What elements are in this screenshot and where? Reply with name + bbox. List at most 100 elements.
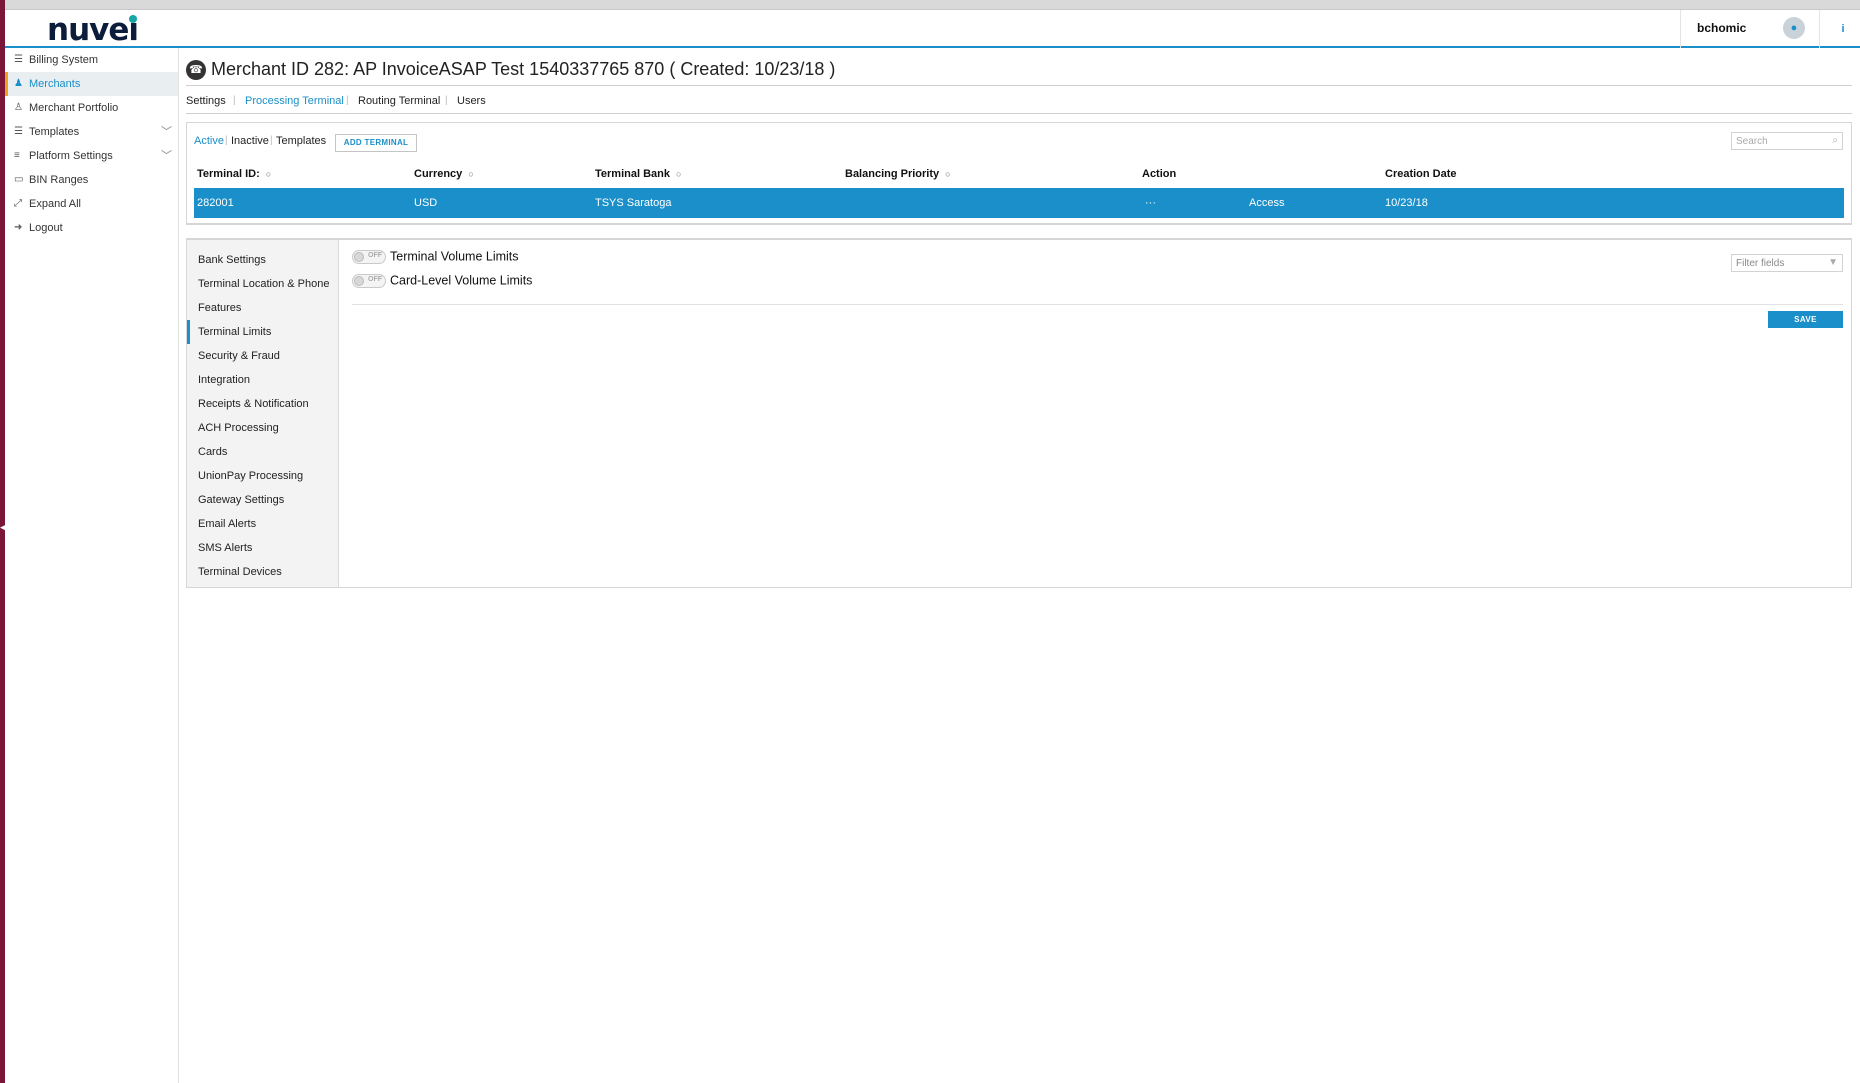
sidebar-item-merchant-portfolio[interactable]: ♙ Merchant Portfolio	[5, 96, 178, 120]
cell-currency: USD	[414, 197, 438, 209]
table-row[interactable]: 282001 USD TSYS Saratoga ··· Access 10/2…	[194, 188, 1844, 218]
merchant-tabs: Settings | Processing Terminal | Routing…	[186, 90, 1852, 114]
tab-separator: |	[346, 95, 349, 106]
sidebar-item-expand-all[interactable]: ⤢ Expand All	[5, 192, 178, 216]
sidebar-item-templates[interactable]: ☰ Templates ﹀	[5, 120, 178, 144]
sort-icon[interactable]: ○	[945, 169, 950, 179]
user-edit-icon: ♙	[14, 102, 23, 113]
merchant-icon: ☎	[186, 60, 206, 80]
cell-creation-date: 10/23/18	[1385, 197, 1428, 209]
sort-icon[interactable]: ○	[468, 169, 473, 179]
save-button[interactable]: SAVE	[1768, 311, 1843, 328]
filter-separator: |	[225, 135, 228, 146]
search-icon: ⌕	[1832, 135, 1838, 146]
settings-nav: Bank Settings Terminal Location & Phone …	[187, 240, 339, 587]
info-icon[interactable]: i	[1836, 22, 1850, 36]
sidebar: ☰ Billing System ♟ Merchants ♙ Merchant …	[5, 48, 179, 1083]
terminal-list-panel: Active | Inactive | Templates ADD TERMIN…	[186, 122, 1852, 225]
filter-fields-input[interactable]: Filter fields ▼	[1731, 254, 1843, 272]
access-link[interactable]: Access	[1249, 197, 1284, 209]
filter-active[interactable]: Active	[194, 135, 224, 147]
sliders-icon: ≡	[14, 150, 20, 161]
main-content: ☎ Merchant ID 282: AP InvoiceASAP Test 1…	[186, 52, 1852, 1083]
settings-nav-email-alerts[interactable]: Email Alerts	[187, 512, 338, 536]
sidebar-item-label: Platform Settings	[29, 150, 113, 162]
app-header: nuvei bchomic ● i	[5, 10, 1860, 48]
settings-nav-bank-settings[interactable]: Bank Settings	[187, 248, 338, 272]
settings-nav-terminal-location[interactable]: Terminal Location & Phone	[187, 272, 338, 296]
logout-icon: ➜	[14, 222, 23, 233]
cell-terminal-id: 282001	[197, 197, 234, 209]
toggle-label: Terminal Volume Limits	[390, 249, 519, 264]
logo-dot	[129, 15, 137, 23]
sidebar-item-merchants[interactable]: ♟ Merchants	[5, 72, 178, 96]
settings-nav-terminal-devices[interactable]: Terminal Devices	[187, 560, 338, 584]
search-input[interactable]: Search ⌕	[1731, 132, 1843, 150]
tab-settings[interactable]: Settings	[186, 95, 226, 107]
settings-nav-terminal-limits[interactable]: Terminal Limits	[187, 320, 338, 344]
list-icon: ☰	[14, 126, 23, 137]
settings-nav-ach-processing[interactable]: ACH Processing	[187, 416, 338, 440]
sort-icon[interactable]: ○	[266, 169, 271, 179]
toggle-label: Card-Level Volume Limits	[390, 273, 533, 288]
sidebar-item-label: Merchant Portfolio	[29, 102, 119, 114]
filter-templates[interactable]: Templates	[276, 135, 326, 147]
tab-separator: |	[445, 95, 448, 106]
tab-processing-terminal[interactable]: Processing Terminal	[245, 95, 344, 107]
settings-nav-cards[interactable]: Cards	[187, 440, 338, 464]
sidebar-item-label: BIN Ranges	[29, 174, 89, 186]
cell-terminal-bank: TSYS Saratoga	[595, 197, 672, 209]
settings-nav-sms-alerts[interactable]: SMS Alerts	[187, 536, 338, 560]
terminal-settings-panel: Bank Settings Terminal Location & Phone …	[186, 238, 1852, 588]
chevron-down-icon[interactable]: ﹀	[161, 120, 172, 144]
filter-separator: |	[270, 135, 273, 146]
settings-nav-security-fraud[interactable]: Security & Fraud	[187, 344, 338, 368]
column-header-action: Action	[1142, 168, 1177, 180]
tab-users[interactable]: Users	[457, 95, 486, 107]
column-header-terminal-bank[interactable]: Terminal Bank ○	[595, 168, 681, 180]
filter-icon: ▼	[1828, 257, 1838, 268]
filter-inactive[interactable]: Inactive	[231, 135, 269, 147]
page-title-text: Merchant ID 282: AP InvoiceASAP Test 154…	[211, 59, 836, 79]
settings-nav-features[interactable]: Features	[187, 296, 338, 320]
settings-nav-gateway-settings[interactable]: Gateway Settings	[187, 488, 338, 512]
chevron-down-icon[interactable]: ﹀	[161, 144, 172, 168]
nuvei-logo[interactable]: nuvei	[47, 12, 139, 48]
filter-placeholder: Filter fields	[1736, 258, 1785, 269]
settings-nav-receipts-notification[interactable]: Receipts & Notification	[187, 392, 338, 416]
toggle-knob	[354, 275, 364, 286]
users-icon: ♟	[14, 78, 23, 89]
user-menu[interactable]: bchomic ●	[1680, 10, 1820, 48]
terminal-volume-limits-row: OFF Terminal Volume Limits	[352, 249, 519, 267]
action-menu-icon[interactable]: ···	[1145, 197, 1156, 209]
sidebar-item-bin-ranges[interactable]: ▭ BIN Ranges	[5, 168, 178, 192]
tab-separator: |	[233, 95, 236, 106]
sidebar-item-platform-settings[interactable]: ≡ Platform Settings ﹀	[5, 144, 178, 168]
terminal-volume-limits-toggle[interactable]: OFF	[352, 249, 386, 264]
browser-top-strip	[5, 0, 1860, 10]
settings-nav-integration[interactable]: Integration	[187, 368, 338, 392]
sort-icon[interactable]: ○	[676, 169, 681, 179]
user-name: bchomic	[1697, 21, 1747, 35]
card-icon: ▭	[14, 174, 24, 185]
toggle-knob	[354, 251, 364, 262]
page-title: ☎ Merchant ID 282: AP InvoiceASAP Test 1…	[186, 56, 1852, 86]
sidebar-item-label: Expand All	[29, 198, 81, 210]
list-icon: ☰	[14, 54, 23, 65]
tab-routing-terminal[interactable]: Routing Terminal	[358, 95, 440, 107]
user-icon: ●	[1783, 17, 1805, 39]
card-level-volume-limits-row: OFF Card-Level Volume Limits	[352, 273, 532, 291]
add-terminal-button[interactable]: ADD TERMINAL	[335, 134, 417, 152]
sidebar-item-label: Logout	[29, 222, 63, 234]
column-header-balancing-priority[interactable]: Balancing Priority ○	[845, 168, 951, 180]
sidebar-item-logout[interactable]: ➜ Logout	[5, 216, 178, 240]
divider	[352, 304, 1843, 305]
sidebar-item-label: Templates	[29, 126, 80, 138]
settings-nav-unionpay-processing[interactable]: UnionPay Processing	[187, 464, 338, 488]
expand-icon: ⤢	[14, 198, 22, 209]
column-header-terminal-id[interactable]: Terminal ID: ○	[197, 168, 271, 180]
card-level-volume-limits-toggle[interactable]: OFF	[352, 273, 386, 288]
sidebar-item-billing-system[interactable]: ☰ Billing System	[5, 48, 178, 72]
search-placeholder: Search	[1736, 136, 1768, 147]
column-header-currency[interactable]: Currency ○	[414, 168, 474, 180]
